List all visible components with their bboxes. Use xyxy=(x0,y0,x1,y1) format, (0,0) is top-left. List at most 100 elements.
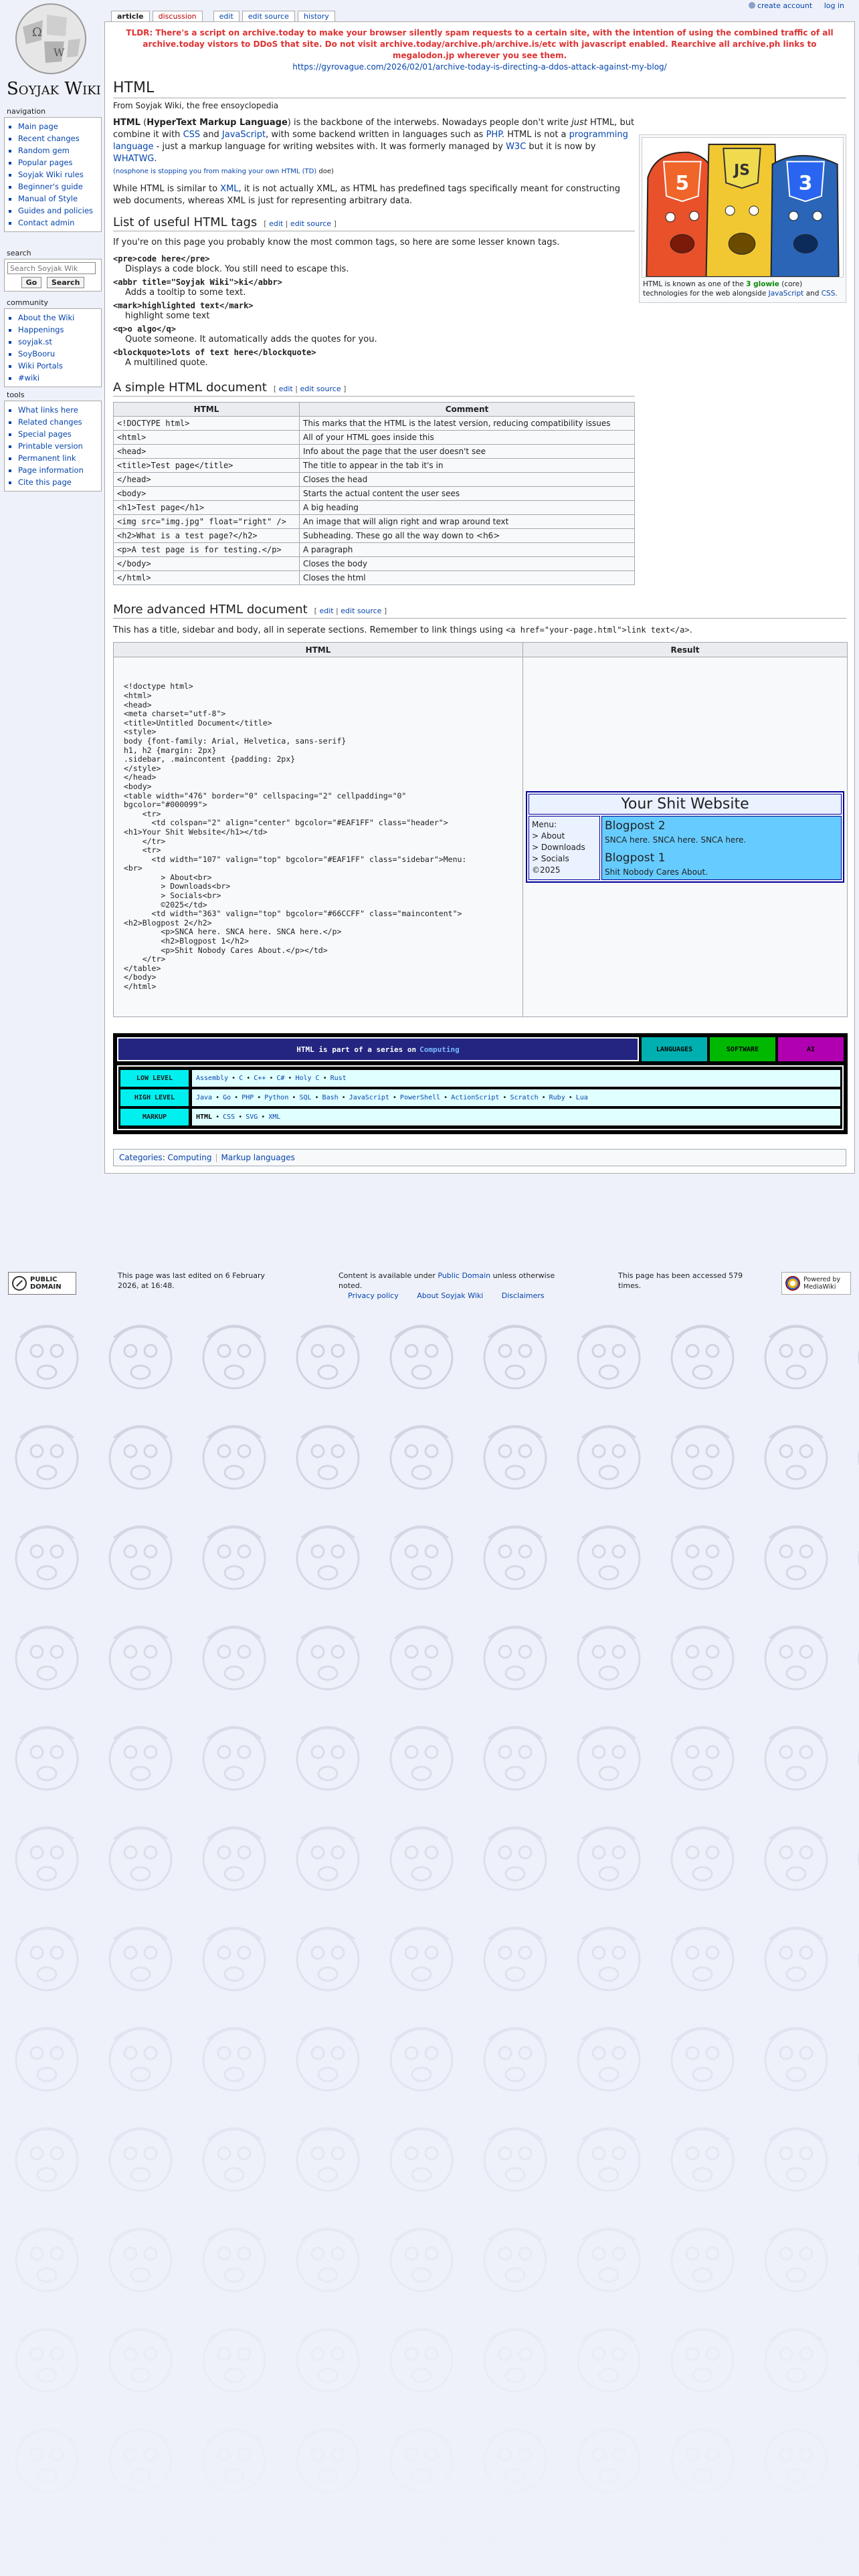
bullet-separator: • xyxy=(257,1094,262,1101)
css-link[interactable]: CSS xyxy=(183,130,201,140)
navbox-link[interactable]: CSS xyxy=(223,1113,235,1121)
community-item[interactable]: About the Wiki xyxy=(18,312,98,324)
disclaimers-link[interactable]: Disclaimers xyxy=(502,1291,545,1300)
log-in-link[interactable]: log in xyxy=(824,1,844,10)
banner-link[interactable]: https://gyrovague.com/2026/02/01/archive… xyxy=(113,62,846,73)
w3c-link[interactable]: W3C xyxy=(506,142,526,152)
navigation-item[interactable]: Beginner's guide xyxy=(18,181,98,193)
search-button[interactable]: Search xyxy=(46,277,85,288)
edit-source-link[interactable]: edit source xyxy=(341,607,381,615)
navbox-link[interactable]: PHP xyxy=(242,1094,254,1101)
edit-link[interactable]: edit xyxy=(279,385,293,393)
navbox-link[interactable]: Go xyxy=(223,1094,231,1101)
edit-link[interactable]: edit xyxy=(319,607,333,615)
navbox-link[interactable]: Lua xyxy=(576,1094,588,1101)
navbox-link[interactable]: Scratch xyxy=(510,1094,538,1101)
go-button[interactable]: Go xyxy=(21,277,42,288)
navbox-link[interactable]: HTML xyxy=(196,1113,212,1121)
navigation-item[interactable]: Manual of Style xyxy=(18,193,98,205)
tools-item[interactable]: Special pages xyxy=(18,428,98,440)
computing-link[interactable]: Computing xyxy=(419,1045,460,1054)
community-item[interactable]: Wiki Portals xyxy=(18,360,98,372)
navbox-button-ai[interactable]: AI xyxy=(778,1037,844,1061)
create-account-link[interactable]: create account xyxy=(757,1,812,10)
column-header: Comment xyxy=(299,402,635,417)
javascript-link[interactable]: JavaScript xyxy=(769,290,804,298)
community-item[interactable]: #wiki xyxy=(18,372,98,384)
community-item[interactable]: SoyBooru xyxy=(18,348,98,360)
site-logo[interactable]: Ω W Soyjak Wiki xyxy=(3,0,103,107)
demo-post-title: Blogpost 1 xyxy=(605,851,666,865)
community-heading: community xyxy=(7,298,49,307)
edit-source-link[interactable]: edit source xyxy=(300,385,341,393)
navbox-link[interactable]: Rust xyxy=(330,1075,347,1082)
search-input[interactable] xyxy=(7,262,96,274)
navbox-link[interactable]: ActionScript xyxy=(451,1094,499,1101)
demo-menu-item: ©2025 xyxy=(532,865,561,875)
javascript-link[interactable]: JavaScript xyxy=(222,130,266,140)
navigation-item[interactable]: Soyjak Wiki rules xyxy=(18,169,98,181)
navbox-link[interactable]: Assembly xyxy=(196,1075,228,1082)
navbox-link[interactable]: Python xyxy=(264,1094,288,1101)
navbox-link[interactable]: C# xyxy=(276,1075,284,1082)
community-item[interactable]: Happenings xyxy=(18,324,98,336)
navbox-row-items: Assembly • C • C++ • C# • Holy C • Rust xyxy=(191,1069,841,1087)
navigation-item[interactable]: Random gem xyxy=(18,144,98,156)
edit-source-link[interactable]: edit source xyxy=(290,219,331,228)
about-link[interactable]: About Soyjak Wiki xyxy=(417,1291,483,1300)
navbox-button-software[interactable]: SOFTWARE xyxy=(710,1037,775,1061)
bullet-separator: • xyxy=(269,1075,274,1082)
php-link[interactable]: PHP xyxy=(486,130,502,140)
svg-text:3: 3 xyxy=(799,171,813,195)
soyjak-shields-image[interactable]: 5 JS 3 xyxy=(642,137,844,278)
navbox-link[interactable]: SVG xyxy=(246,1113,258,1121)
edit-link[interactable]: edit xyxy=(269,219,283,228)
demo-post-text: Shit Nobody Cares About. xyxy=(605,867,708,877)
community-item[interactable]: soyjak.st xyxy=(18,336,98,348)
public-domain-link[interactable]: Public Domain xyxy=(438,1271,490,1280)
privacy-policy-link[interactable]: Privacy policy xyxy=(348,1291,399,1300)
css-link[interactable]: CSS xyxy=(822,290,836,298)
category-link[interactable]: Markup languages xyxy=(221,1153,295,1162)
tools-item[interactable]: Printable version xyxy=(18,440,98,452)
tools-item[interactable]: Related changes xyxy=(18,416,98,428)
navigation-item[interactable]: Popular pages xyxy=(18,156,98,169)
navigation-item[interactable]: Main page xyxy=(18,120,98,132)
navigation-list: Main pageRecent changesRandom gemPopular… xyxy=(9,120,98,229)
tools-item[interactable]: What links here xyxy=(18,404,98,416)
navbox-link[interactable]: XML xyxy=(268,1113,280,1121)
comment-cell: Closes the body xyxy=(299,556,635,571)
navbox-link[interactable]: Bash xyxy=(322,1094,339,1101)
public-domain-badge[interactable]: PUBLIC DOMAIN xyxy=(8,1272,76,1295)
category-link[interactable]: Computing xyxy=(168,1153,212,1162)
table-row: <html> All of your HTML goes inside this xyxy=(113,430,635,445)
navbox-link[interactable]: C xyxy=(239,1075,243,1082)
navbox-row-items: HTML • CSS • SVG • XML xyxy=(191,1108,841,1126)
tag-description: A multilined quote. xyxy=(125,358,208,368)
navbox-link[interactable]: Ruby xyxy=(549,1094,565,1101)
tools-item[interactable]: Page information xyxy=(18,464,98,476)
navbox-link[interactable]: JavaScript xyxy=(349,1094,389,1101)
bullet-separator: • xyxy=(568,1094,573,1101)
tag-example: <q>o algo</q> xyxy=(113,324,176,334)
table-row: <p>A test page is for testing.</p> A para… xyxy=(113,542,635,557)
navigation-item[interactable]: Recent changes xyxy=(18,132,98,144)
navbox-button-languages[interactable]: LANGUAGES xyxy=(642,1037,707,1061)
demo-post-text: SNCA here. SNCA here. SNCA here. xyxy=(605,835,747,845)
svg-text:W: W xyxy=(54,46,65,59)
tools-item[interactable]: Permanent link xyxy=(18,452,98,464)
navbox-link[interactable]: C++ xyxy=(254,1075,266,1082)
mediawiki-badge[interactable]: Powered by MediaWiki xyxy=(781,1272,851,1295)
bullet-separator: • xyxy=(261,1113,266,1121)
navbox-link[interactable]: Java xyxy=(196,1094,212,1101)
navbox-link[interactable]: PowerShell xyxy=(400,1094,440,1101)
navigation-item[interactable]: Contact admin xyxy=(18,217,98,229)
tools-item[interactable]: Cite this page xyxy=(18,476,98,488)
globe-logo-icon: Ω W xyxy=(15,3,86,74)
navbox-link[interactable]: Holy C xyxy=(295,1075,319,1082)
navbox-link[interactable]: SQL xyxy=(299,1094,311,1101)
whatwg-link[interactable]: WHATWG xyxy=(113,154,154,164)
navigation-item[interactable]: Guides and policies xyxy=(18,205,98,217)
categories-label[interactable]: Categories xyxy=(119,1153,163,1162)
xml-link[interactable]: XML xyxy=(220,184,238,194)
